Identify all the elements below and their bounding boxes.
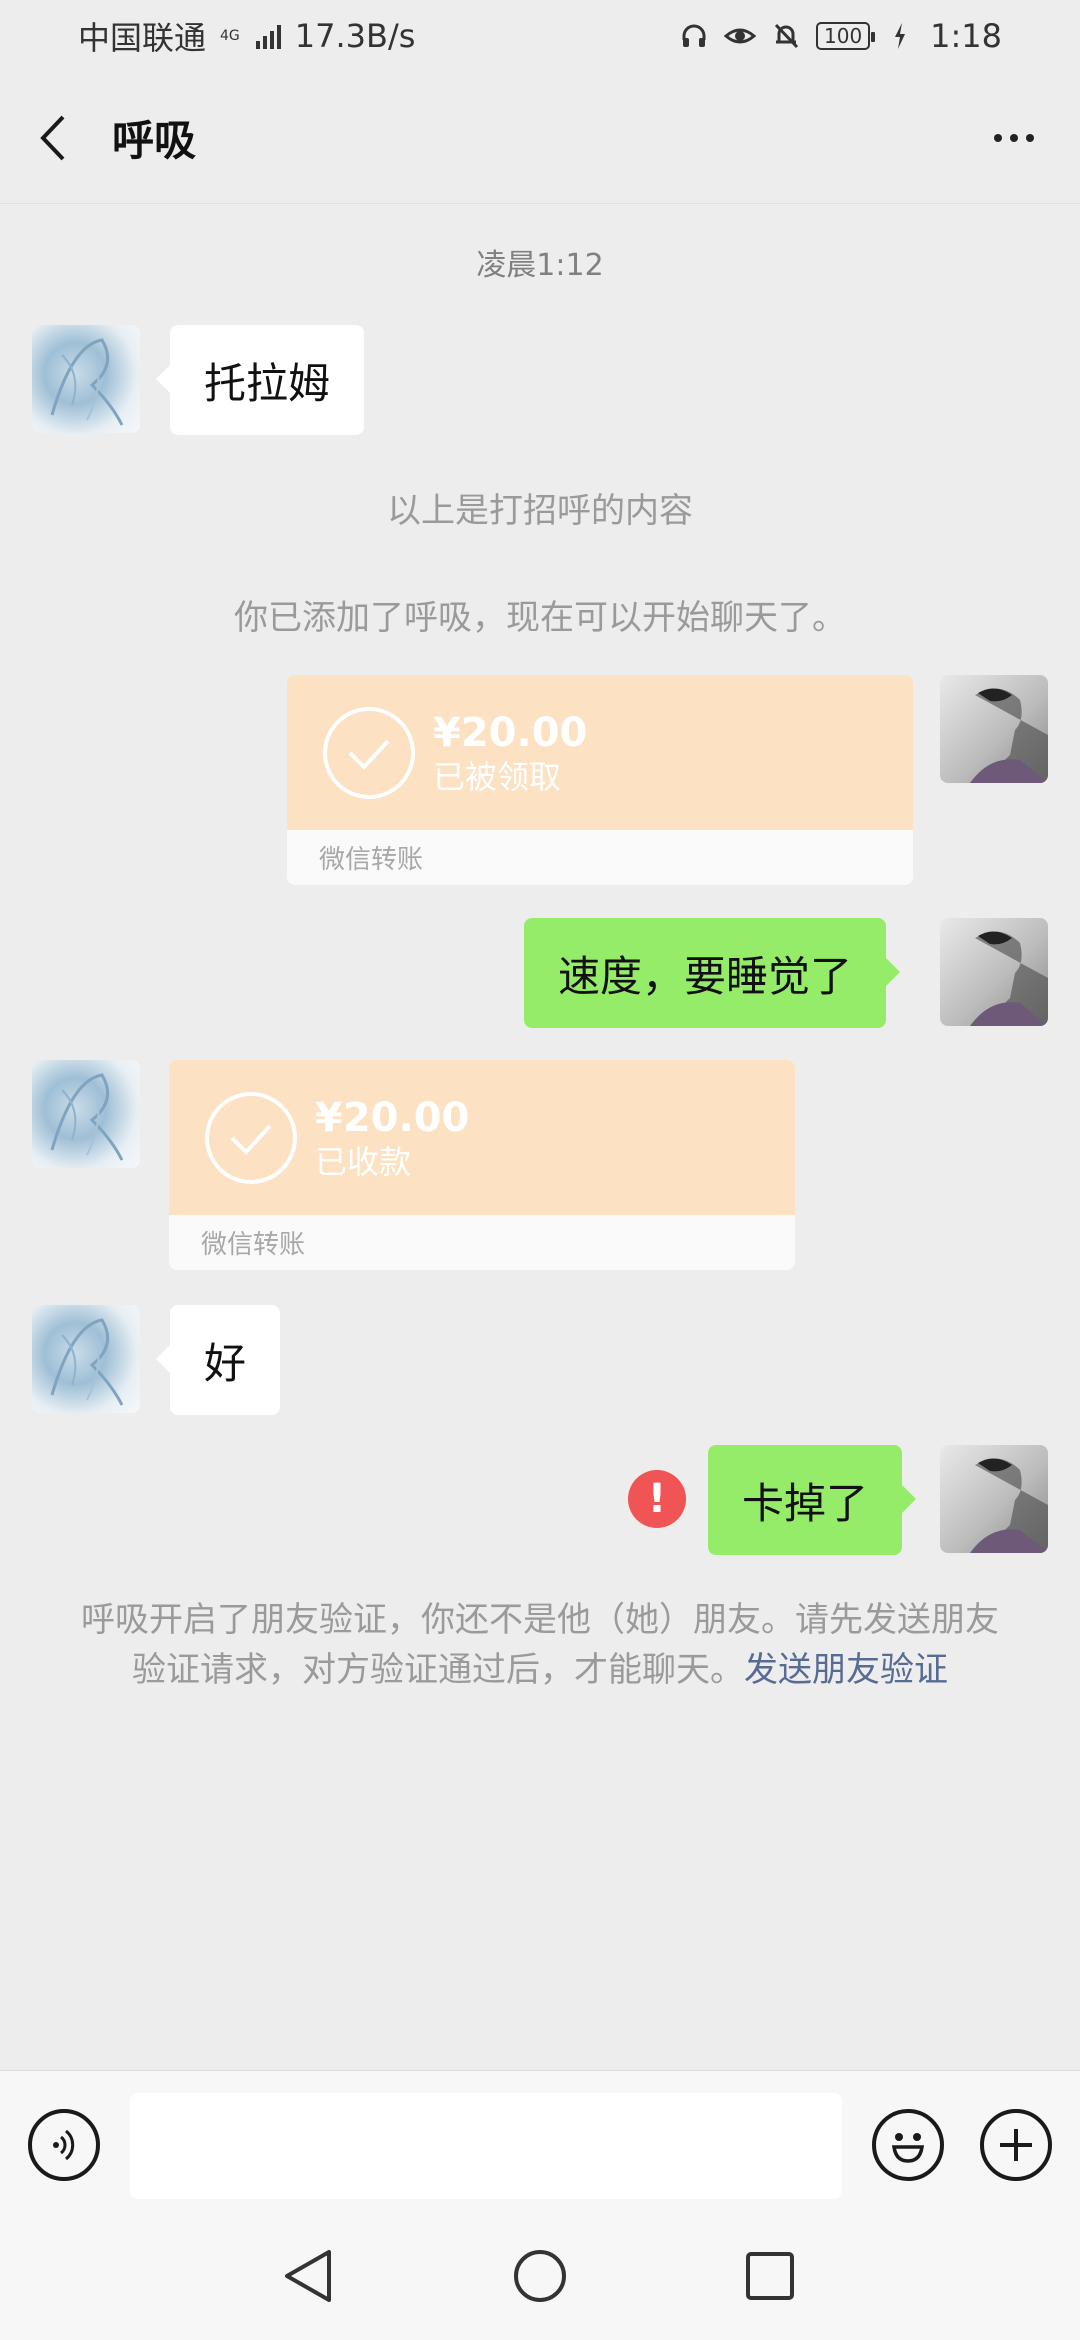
sent-message-bubble[interactable]: 卡掉了 bbox=[708, 1445, 917, 1555]
transfer-card-body: ¥20.00 已被领取 bbox=[287, 675, 913, 830]
system-message: 你已添加了呼吸，现在可以开始聊天了。 bbox=[234, 598, 846, 638]
transfer-card-body: ¥20.00 已收款 bbox=[169, 1060, 795, 1215]
nav-back-button[interactable] bbox=[278, 2246, 338, 2306]
send-failed-icon[interactable]: ! bbox=[628, 1470, 686, 1528]
my-avatar[interactable] bbox=[940, 1445, 1048, 1553]
system-message: 以上是打招呼的内容 bbox=[387, 491, 693, 531]
eye-icon bbox=[724, 20, 757, 52]
network-speed: 17.3B/s bbox=[294, 17, 416, 55]
transfer-amount: ¥20.00 bbox=[433, 709, 588, 756]
square-recents-icon bbox=[746, 2252, 794, 2300]
status-left: 中国联通 4G 17.3B/s bbox=[78, 13, 415, 59]
chat-area[interactable]: 凌晨1:12 托拉姆 以上是打招呼的内容 你已添加了呼吸，现在可以开始聊天了。 … bbox=[0, 205, 1080, 2070]
send-friend-verification-link[interactable]: 发送朋友验证 bbox=[744, 1650, 948, 1690]
emoji-icon bbox=[891, 2133, 925, 2163]
network-type-label: 4G bbox=[220, 28, 240, 44]
message-input[interactable] bbox=[130, 2093, 842, 2199]
transfer-card-sent[interactable]: ¥20.00 已被领取 微信转账 bbox=[287, 675, 913, 885]
transfer-status: 已被领取 bbox=[433, 757, 562, 796]
received-message-bubble[interactable]: 好 bbox=[155, 1305, 281, 1415]
headphones-icon bbox=[678, 20, 710, 52]
message-timestamp: 凌晨1:12 bbox=[476, 248, 604, 283]
emoji-button[interactable] bbox=[872, 2109, 944, 2181]
more-dot-icon bbox=[994, 133, 1002, 142]
circle-home-icon bbox=[514, 2250, 566, 2302]
message-text: 好 bbox=[204, 1338, 247, 1388]
back-button[interactable] bbox=[30, 108, 74, 168]
voice-icon bbox=[53, 2129, 75, 2161]
transfer-card-received[interactable]: ¥20.00 已收款 微信转账 bbox=[169, 1060, 795, 1270]
transfer-footer: 微信转账 bbox=[201, 1230, 306, 1260]
sent-message-bubble[interactable]: 速度，要睡觉了 bbox=[524, 918, 901, 1028]
carrier-name: 中国联通 bbox=[78, 19, 207, 57]
status-time: 1:18 bbox=[930, 17, 1002, 55]
voice-input-button[interactable] bbox=[28, 2109, 100, 2181]
contact-avatar[interactable] bbox=[32, 1060, 140, 1168]
chat-header: 呼吸 bbox=[0, 72, 1080, 204]
message-text: 卡掉了 bbox=[742, 1478, 869, 1528]
transfer-footer: 微信转账 bbox=[319, 845, 424, 875]
plus-icon bbox=[1000, 2129, 1032, 2161]
signal-icon bbox=[255, 23, 281, 49]
friend-verification-notice: 呼吸开启了朋友验证，你还不是他（她）朋友。请先发送朋友验证请求，对方验证通过后，… bbox=[80, 1595, 1000, 1695]
status-right: 100 1:18 bbox=[678, 17, 1002, 55]
transfer-info: ¥20.00 已被领取 bbox=[433, 709, 587, 797]
contact-avatar[interactable] bbox=[32, 325, 140, 433]
back-arrow-icon bbox=[40, 115, 65, 160]
message-text: 托拉姆 bbox=[204, 358, 331, 408]
more-dot-icon bbox=[1010, 133, 1018, 142]
chat-title: 呼吸 bbox=[112, 116, 197, 165]
transfer-status: 已收款 bbox=[315, 1142, 412, 1181]
status-bar: 中国联通 4G 17.3B/s 100 1:18 bbox=[0, 0, 1080, 72]
more-dot-icon bbox=[1026, 133, 1034, 142]
input-bar bbox=[0, 2070, 1080, 2210]
transfer-info: ¥20.00 已收款 bbox=[315, 1094, 469, 1182]
nav-recents-button[interactable] bbox=[740, 2246, 800, 2306]
check-circle-icon bbox=[205, 1091, 297, 1184]
my-avatar[interactable] bbox=[940, 918, 1048, 1026]
charging-icon bbox=[884, 20, 916, 52]
system-navigation-bar bbox=[0, 2210, 1080, 2340]
message-text: 速度，要睡觉了 bbox=[558, 951, 853, 1001]
nav-home-button[interactable] bbox=[510, 2246, 570, 2306]
more-options-button[interactable] bbox=[978, 108, 1050, 168]
contact-avatar[interactable] bbox=[32, 1305, 140, 1413]
check-circle-icon bbox=[323, 706, 415, 799]
more-functions-button[interactable] bbox=[980, 2109, 1052, 2181]
transfer-amount: ¥20.00 bbox=[315, 1094, 470, 1141]
triangle-back-icon bbox=[285, 2250, 331, 2302]
my-avatar[interactable] bbox=[940, 675, 1048, 783]
mute-bell-icon bbox=[770, 20, 802, 52]
battery-icon: 100 bbox=[816, 22, 876, 50]
received-message-bubble[interactable]: 托拉姆 bbox=[155, 325, 365, 435]
